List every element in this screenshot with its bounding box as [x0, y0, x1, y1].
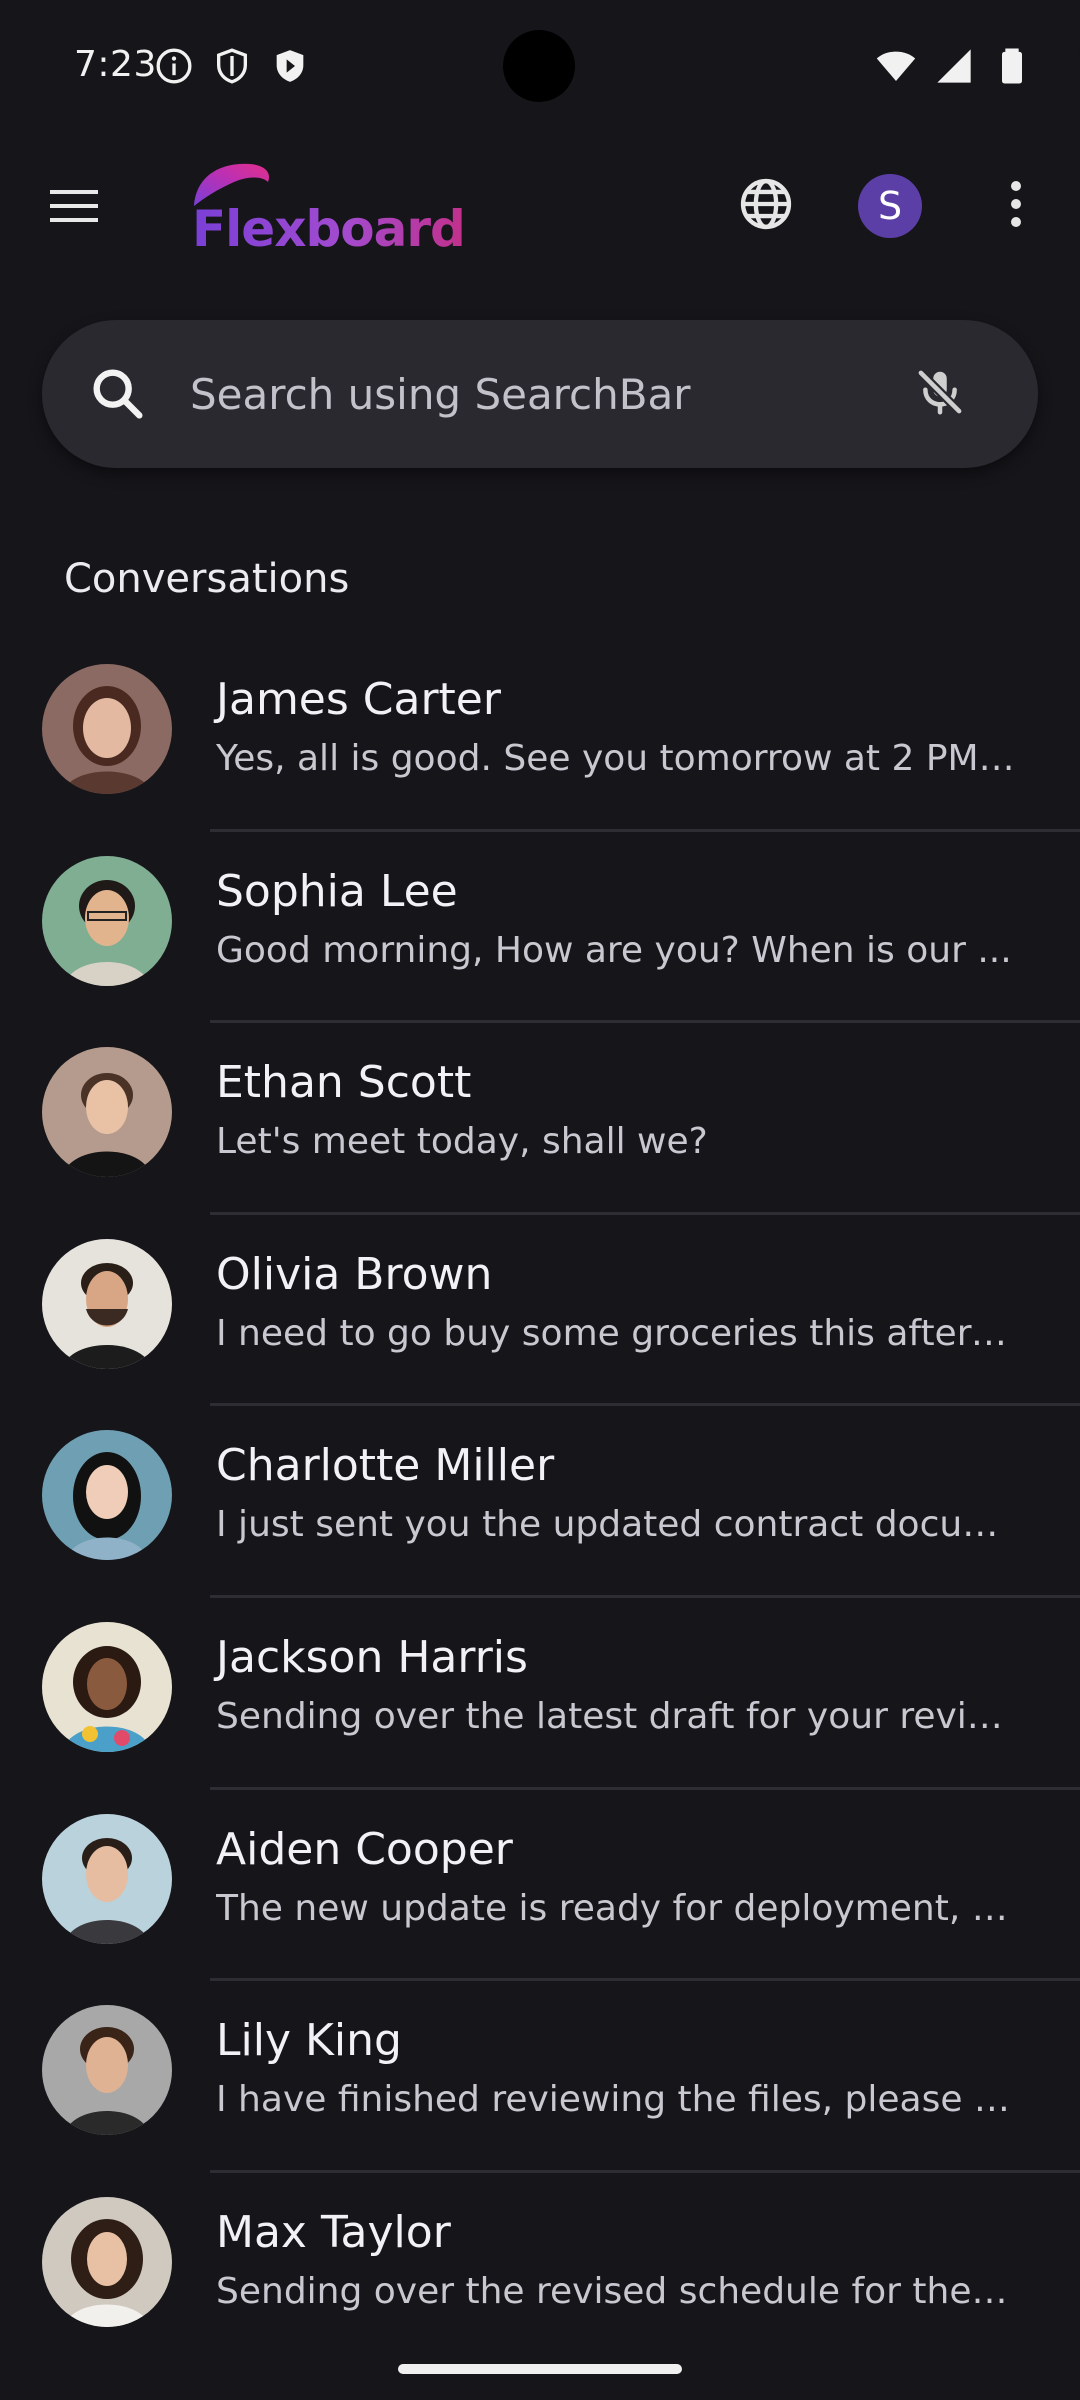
app-logo: Flexboard — [190, 154, 466, 264]
conversation-item[interactable]: James Carter Yes, all is good. See you t… — [0, 640, 1080, 832]
section-title: Conversations — [64, 556, 350, 602]
signal-icon — [934, 46, 974, 90]
profile-avatar-button[interactable]: S — [858, 174, 922, 238]
avatar — [42, 1621, 172, 1752]
battery-icon — [992, 46, 1032, 90]
avatar-letter: S — [877, 184, 903, 228]
home-indicator[interactable] — [398, 2364, 682, 2374]
shield-filled-icon — [270, 46, 310, 90]
search-icon — [86, 362, 150, 426]
conversation-preview: I have finished reviewing the files, ple… — [216, 2079, 1016, 2121]
status-time: 7:23 — [74, 44, 157, 85]
status-icons-right — [876, 46, 1032, 90]
conversation-name: Olivia Brown — [216, 1248, 493, 1300]
conversation-name: Charlotte Miller — [216, 1440, 555, 1492]
avatar — [42, 1238, 172, 1369]
conversation-preview: I need to go buy some groceries this aft… — [216, 1312, 1016, 1354]
conversation-preview: Yes, all is good. See you tomorrow at 2 … — [216, 738, 1016, 779]
avatar — [42, 1047, 172, 1178]
app-screen: 7:23 Flexboard S Search using SearchBar … — [0, 0, 1080, 2400]
conversation-name: Aiden Cooper — [216, 1823, 513, 1875]
conversation-name: Lily King — [216, 2015, 402, 2067]
conversation-item[interactable]: Aiden Cooper The new update is ready for… — [0, 1790, 1080, 1982]
conversation-item[interactable]: Charlotte Miller I just sent you the upd… — [0, 1406, 1080, 1598]
more-options-button[interactable] — [990, 170, 1042, 242]
wifi-icon — [876, 46, 916, 90]
conversation-preview: I just sent you the updated contract doc… — [216, 1504, 1016, 1546]
search-input[interactable] — [190, 320, 890, 468]
more-vert-icon — [1009, 180, 1023, 232]
conversation-item[interactable]: Olivia Brown I need to go buy some groce… — [0, 1215, 1080, 1407]
shield-outline-icon — [212, 46, 252, 90]
conversation-preview: Let's meet today, shall we? — [216, 1121, 708, 1163]
logo-text: Flexboard — [192, 200, 466, 258]
language-button[interactable] — [730, 170, 802, 242]
app-bar: Flexboard S — [0, 140, 1080, 270]
conversation-preview: Good morning, How are you? When is our .… — [216, 929, 1012, 971]
conversation-preview: Sending over the revised schedule for th… — [216, 2270, 1016, 2312]
menu-icon — [48, 186, 100, 230]
avatar — [42, 2005, 172, 2136]
conversation-item[interactable]: Jackson Harris Sending over the latest d… — [0, 1598, 1080, 1790]
conversation-item[interactable]: Lily King I have finished reviewing the … — [0, 1981, 1080, 2173]
conversation-item[interactable]: Sophia Lee Good morning, How are you? Wh… — [0, 832, 1080, 1024]
conversation-list: James Carter Yes, all is good. See you t… — [0, 640, 1080, 2364]
status-bar: 7:23 — [0, 0, 1080, 132]
conversation-item[interactable]: Ethan Scott Let's meet today, shall we? — [0, 1023, 1080, 1215]
info-icon — [154, 46, 194, 90]
avatar — [42, 1430, 172, 1561]
globe-icon — [737, 175, 795, 237]
conversation-name: Jackson Harris — [216, 1631, 528, 1683]
conversation-name: James Carter — [216, 674, 501, 725]
menu-button[interactable] — [36, 170, 112, 246]
camera-cutout — [503, 30, 575, 102]
search-bar[interactable] — [42, 320, 1038, 468]
avatar — [42, 664, 172, 794]
avatar — [42, 2196, 172, 2327]
voice-search-button[interactable] — [904, 358, 976, 430]
mic-off-icon — [913, 365, 967, 423]
avatar — [42, 855, 172, 986]
conversation-item[interactable]: Max Taylor Sending over the revised sche… — [0, 2173, 1080, 2365]
conversation-preview: The new update is ready for deployment, … — [216, 1887, 1016, 1929]
status-icons-left — [154, 46, 310, 90]
conversation-preview: Sending over the latest draft for your r… — [216, 1695, 1016, 1737]
conversation-name: Sophia Lee — [216, 865, 458, 917]
avatar — [42, 1813, 172, 1944]
conversation-name: Max Taylor — [216, 2206, 451, 2258]
conversation-name: Ethan Scott — [216, 1057, 472, 1109]
